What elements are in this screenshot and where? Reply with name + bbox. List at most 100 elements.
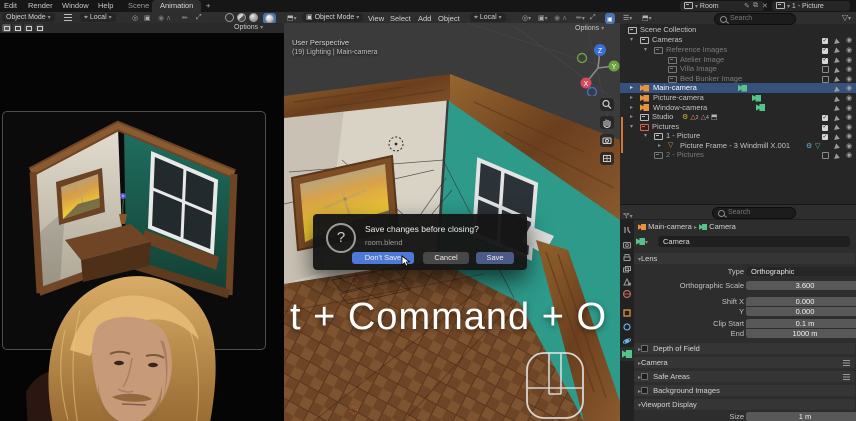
cancel-button[interactable]: Cancel [423,252,469,264]
camera-section[interactable]: ▸Camera [634,357,855,368]
ortho-toggle-button[interactable] [600,152,614,165]
magnet-icon[interactable]: ▣ [144,14,151,22]
scene-pin-icon[interactable]: ✎ [744,2,750,10]
outliner-row-pictures[interactable]: ▾ Pictures ◉ [620,122,856,132]
xray-icon[interactable]: ⤢ [196,14,202,22]
menu-help[interactable]: Help [98,1,113,10]
options-dropdown[interactable]: Options ▾ [575,25,604,32]
safe-areas-section[interactable]: ▸ Safe Areas [634,371,855,382]
camera-datablock-icon[interactable]: ▾ [636,237,648,246]
tab-constraints[interactable] [622,322,632,332]
shift-y-field[interactable]: 0.000 [746,307,856,316]
brush-icon[interactable]: ✏ [182,14,188,22]
orthographic-scale-field[interactable]: 3.600 [746,281,856,290]
lens-section-header[interactable]: ▾Lens [634,253,855,264]
editor-type-icon[interactable]: ⬒▾ [287,14,297,22]
snap-icon[interactable]: ⤢ [590,14,596,22]
properties-search-input[interactable]: Search [712,207,796,219]
shift-x-field[interactable]: 0.000 [746,297,856,306]
zoom-tool-button[interactable] [600,98,614,111]
scene-delete-icon[interactable]: ✕ [762,2,768,10]
shading-material-icon[interactable] [246,13,258,22]
outliner-row-picture-camera[interactable]: ▸ Picture-camera ◉ [620,93,856,103]
tab-view-layer[interactable] [622,265,632,275]
outliner-row-picture-frame[interactable]: ▸▽ Picture Frame - 3 Windmill X.001 ⚙ ▽ … [620,141,856,151]
select-lasso-icon[interactable] [35,24,45,34]
outliner-row-villa-image[interactable]: Villa Image ◉ [620,64,856,74]
magnet-icon[interactable]: ▣▾ [538,14,548,22]
view-layer-selector[interactable]: ▾ 1 - Picture [772,1,850,11]
scene-selector[interactable]: ▾ Room [680,1,764,11]
outliner-row-main-camera[interactable]: ▸ Main-camera ◉ [620,83,856,93]
section-menu-icon[interactable] [843,374,850,380]
safe-areas-checkbox[interactable] [641,373,648,380]
tab-scene[interactable] [622,277,632,287]
outliner-row-1-picture[interactable]: ▾ 1 - Picture ◉ [620,131,856,141]
breadcrumb-data[interactable]: Camera [709,222,736,231]
left-orientation-dropdown[interactable]: ⌖ Local ▾ [80,13,116,22]
filter-icon[interactable]: ▽▾ [842,13,851,22]
outliner-search-input[interactable]: Search [714,13,796,25]
pivot-icon[interactable]: ◎▾ [522,14,531,22]
hamburger-icon[interactable] [64,14,72,21]
navigation-gizmo[interactable]: Z Y X [576,40,620,96]
left-mode-dropdown[interactable]: Object Mode ▾ [2,13,55,22]
render-preview-icon[interactable]: ▣ [605,13,615,24]
outliner-row-studio[interactable]: ▸ Studio ⚙ △2 △4 ⬒ ◉ [620,112,856,122]
display-mode-icon[interactable]: ⬒▾ [642,14,652,22]
depth-of-field-section[interactable]: ▸ Depth of Field [634,343,855,354]
background-images-section[interactable]: ▸ Background Images [634,385,855,396]
view-menu[interactable]: View [368,14,384,23]
outliner-row-atelier-image[interactable]: Atelier Image ◉ [620,55,856,65]
select-tweak-icon[interactable] [2,24,12,34]
clip-start-field[interactable]: 0.1 m [746,319,856,328]
workspace-tab-animation[interactable]: Animation [152,0,201,12]
scene-copy-icon[interactable]: ⧉ [753,2,758,10]
left-options-dropdown[interactable]: Options ▾ [234,24,263,31]
breadcrumb-object[interactable]: Main-camera [648,222,692,231]
tab-object[interactable] [622,308,632,318]
clip-end-field[interactable]: 1000 m [746,329,856,338]
snap-icon[interactable]: ◎ [132,14,138,22]
tab-object-data[interactable] [622,349,632,359]
shading-solid-icon[interactable] [234,13,246,22]
type-dropdown[interactable]: Orthographic▾ [746,267,856,276]
proportional-edit-icon[interactable]: ◉ ∧ [158,14,171,22]
outliner-row-bed-bunker-image[interactable]: Bed Bunker Image ◉ [620,74,856,84]
workspace-add-button[interactable]: + [206,1,210,10]
select-circle-icon[interactable] [24,24,34,34]
tab-tool[interactable] [622,225,632,235]
select-box-icon[interactable] [13,24,23,34]
size-field[interactable]: 1 m [746,412,856,421]
menu-render[interactable]: Render [28,1,53,10]
workspace-tab-scene[interactable]: Scene [128,1,149,10]
tab-output[interactable] [622,253,632,263]
add-menu[interactable]: Add [418,14,431,23]
dof-checkbox[interactable] [641,345,648,352]
background-images-checkbox[interactable] [641,387,648,394]
brush-icon[interactable]: ✏▾ [576,14,585,22]
shading-wireframe-icon[interactable] [222,13,234,22]
outliner-row-scene-collection[interactable]: Scene Collection [620,25,856,35]
mode-dropdown[interactable]: ▣ Object Mode ▾ [302,13,363,22]
outliner-type-icon[interactable]: ☰▾ [623,14,632,22]
tab-render[interactable] [622,240,632,250]
menu-window[interactable]: Window [62,1,89,10]
tab-world[interactable] [622,289,632,299]
outliner-row-reference-images[interactable]: ▾ Reference Images ◉ [620,45,856,55]
tab-physics[interactable] [622,336,632,346]
proportional-edit-icon[interactable]: ◉ ∧ [554,14,567,22]
left-3d-viewport[interactable]: Object Mode ▾ ⌖ Local ▾ ◎ ▣ ◉ ∧ ✏ ⤢ Opti… [0,12,284,421]
outliner-row-2-pictures[interactable]: 2 - Pictures ◉ [620,150,856,160]
datablock-name-input[interactable]: Camera [658,236,850,247]
main-3d-viewport[interactable]: ⬒▾ ▣ Object Mode ▾ View Select Add Objec… [284,12,620,421]
save-button[interactable]: Save [476,252,514,264]
outliner-row-window-camera[interactable]: ▸ Window-camera ◉ [620,103,856,113]
section-menu-icon[interactable] [843,360,850,366]
menu-edit[interactable]: Edit [4,1,17,10]
select-menu[interactable]: Select [390,14,411,23]
viewport-display-section[interactable]: ▾Viewport Display [634,399,855,410]
orientation-dropdown[interactable]: ⌖ Local ▾ [470,13,506,22]
camera-view-button[interactable] [600,134,614,147]
outliner-row-cameras[interactable]: ▾ Cameras ◉ [620,35,856,45]
